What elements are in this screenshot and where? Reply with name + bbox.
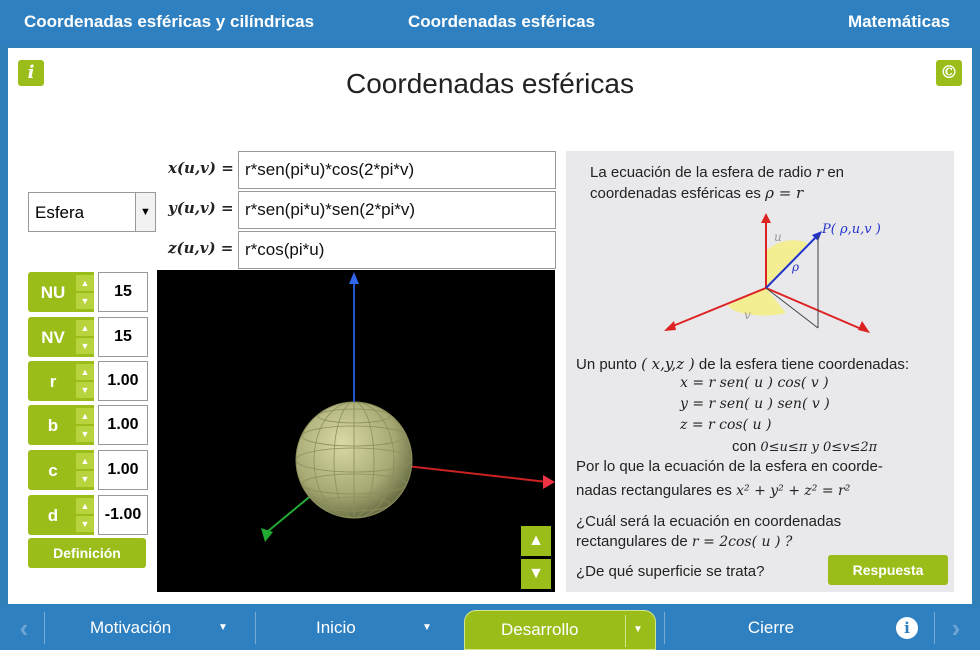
param-value-d[interactable]: -1.00 (98, 495, 148, 535)
param-value-nu[interactable]: 15 (98, 272, 148, 312)
decrement-icon[interactable]: ▼ (76, 382, 94, 398)
param-c: c ▲ ▼ 1.00 (28, 450, 148, 490)
param-label-c: c (48, 461, 58, 480)
arrow-down-icon[interactable]: ▼ (521, 559, 551, 589)
explain-rect2: nadas rectangulares es x² + y² + z² = r² (576, 482, 851, 499)
diagram-label-rho: ρ (791, 260, 799, 274)
param-value-nv[interactable]: 15 (98, 317, 148, 357)
chevron-down-icon[interactable]: ▼ (633, 611, 643, 649)
previous-arrow-icon[interactable]: ‹ (10, 614, 38, 642)
formula-label-z: z(u,v) = (168, 239, 234, 257)
eq-z: z = r cos( u ) (680, 417, 772, 433)
increment-icon[interactable]: ▲ (76, 498, 94, 514)
param-value-b[interactable]: 1.00 (98, 405, 148, 445)
next-arrow-icon[interactable]: › (942, 614, 970, 642)
nav-cierre[interactable]: Cierre (666, 606, 876, 650)
x-axis-arrow (543, 475, 555, 489)
info-circle-icon[interactable]: i (896, 617, 918, 639)
increment-icon[interactable]: ▲ (76, 320, 94, 336)
z-axis-arrow (349, 272, 359, 284)
param-label-nu: NU (40, 283, 66, 302)
sphere-plot (261, 272, 555, 542)
nav-inicio[interactable]: Inicio ▼ (256, 606, 456, 650)
question-3: ¿De qué superficie se trata? (576, 563, 765, 580)
explain-range: con 0≤u≤π y 0≤v≤2π (732, 438, 878, 455)
param-value-r[interactable]: 1.00 (98, 361, 148, 401)
y-axis-arrow (261, 528, 273, 542)
formula-input-y[interactable]: r*sen(pi*u)*sen(2*pi*v) (238, 191, 556, 229)
answer-button[interactable]: Respuesta (828, 555, 948, 585)
decrement-icon[interactable]: ▼ (76, 516, 94, 532)
page-title: Coordenadas esféricas (346, 68, 634, 99)
decrement-icon[interactable]: ▼ (76, 471, 94, 487)
question-1: ¿Cuál será la ecuación en coordenadas (576, 513, 842, 530)
increment-icon[interactable]: ▲ (76, 364, 94, 380)
header-section-title: Coordenadas esféricas (408, 12, 596, 31)
decrement-icon[interactable]: ▼ (76, 338, 94, 354)
param-b: b ▲ ▼ 1.00 (28, 405, 148, 445)
question-2: rectangulares de r = 2cos( u ) ? (576, 533, 793, 550)
decrement-icon[interactable]: ▼ (76, 426, 94, 442)
surface-select-value: Esfera (35, 203, 85, 222)
param-nu: NU ▲ ▼ 15 (28, 272, 148, 312)
increment-icon[interactable]: ▲ (76, 275, 94, 291)
eq-x: x = r sen( u ) cos( v ) (680, 375, 829, 391)
diagram-label-P: P( ρ,u,v ) (821, 222, 881, 237)
decrement-icon[interactable]: ▼ (76, 293, 94, 309)
increment-icon[interactable]: ▲ (76, 453, 94, 469)
sphere (295, 401, 413, 519)
header-subject[interactable]: Matemáticas (848, 12, 950, 32)
top-header: Coordenadas esféricas y cilíndricas Coor… (0, 0, 980, 46)
param-label-nv: NV (41, 328, 65, 347)
surface-select[interactable]: Esfera ▼ (28, 192, 156, 232)
param-r: r ▲ ▼ 1.00 (28, 361, 148, 401)
param-label-d: d (47, 506, 59, 525)
diagram-label-v: v (744, 308, 751, 322)
diagram-label-u: u (774, 230, 782, 244)
explanation-panel: La ecuación de la esfera de radio r en c… (566, 151, 954, 592)
chevron-down-icon[interactable]: ▼ (135, 193, 155, 231)
formula-input-z[interactable]: r*cos(pi*u) (238, 231, 556, 269)
param-value-c[interactable]: 1.00 (98, 450, 148, 490)
header-course-title[interactable]: Coordenadas esféricas y cilíndricas (24, 12, 314, 32)
param-label-r: r (49, 372, 57, 391)
increment-icon[interactable]: ▲ (76, 408, 94, 424)
param-label-b: b (47, 416, 59, 435)
eq-y: y = r sen( u ) sen( v ) (680, 396, 830, 412)
bottom-navigation: ‹ Motivación ▼ Inicio ▼ Desarrollo ▼ Cie… (0, 606, 980, 650)
explain-rect1: Por lo que la ecuación de la esfera en c… (576, 458, 883, 475)
param-nv: NV ▲ ▼ 15 (28, 317, 148, 357)
scene-3d-canvas[interactable]: ▲ ▼ (157, 270, 555, 592)
arrow-up-icon[interactable]: ▲ (521, 526, 551, 556)
nav-desarrollo[interactable]: Desarrollo ▼ (464, 610, 656, 650)
spherical-coordinates-diagram: P( ρ,u,v ) u ρ v (664, 213, 881, 333)
chevron-down-icon[interactable]: ▼ (218, 606, 228, 650)
explain-line2: coordenadas esféricas es ρ = r (590, 184, 804, 202)
formula-input-x[interactable]: r*sen(pi*u)*cos(2*pi*v) (238, 151, 556, 189)
param-d: d ▲ ▼ -1.00 (28, 495, 148, 535)
definition-button[interactable]: Definición (28, 538, 146, 568)
main-panel: i © Coordenadas esféricas x(u,v) = r*sen… (8, 48, 972, 604)
chevron-down-icon[interactable]: ▼ (422, 606, 432, 650)
nav-motivacion[interactable]: Motivación ▼ (60, 606, 240, 650)
explain-line1: La ecuación de la esfera de radio r en (590, 163, 845, 181)
explain-point: Un punto ( x,y,z ) de la esfera tiene co… (576, 355, 910, 373)
formula-label-y: y(u,v) = (168, 199, 234, 217)
formula-label-x: x(u,v) = (168, 159, 234, 177)
